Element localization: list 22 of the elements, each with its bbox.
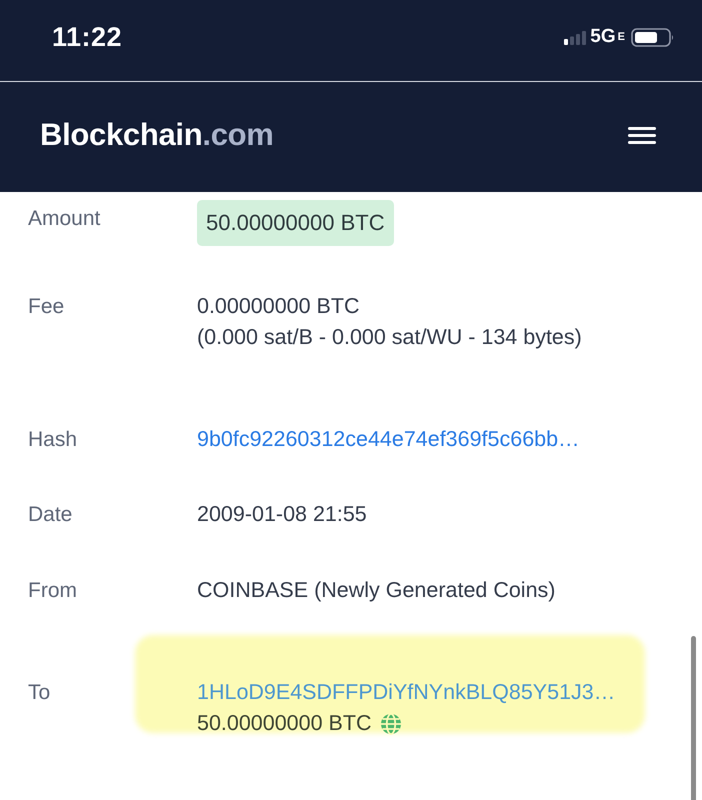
- field-value: (0.000 sat/B - 0.000 sat/WU - 134 bytes): [197, 324, 582, 351]
- field-value: COINBASE (Newly Generated Coins): [197, 577, 556, 604]
- menu-button[interactable]: [628, 126, 656, 144]
- field-label: Fee: [28, 294, 66, 320]
- address-link[interactable]: 1HLoD9E4SDFFPDiYfNYnkBLQ85Y51J3…: [197, 677, 616, 708]
- menu-icon: [628, 126, 656, 144]
- field-label: From: [28, 578, 78, 604]
- field-label: To: [28, 680, 52, 706]
- field-label: Hash: [28, 427, 78, 453]
- field-value: 0.00000000 BTC: [197, 293, 360, 320]
- field-value: 2009-01-08 21:55: [197, 501, 367, 528]
- output-amount: 50.00000000 BTC: [197, 710, 372, 737]
- hash-link[interactable]: 9b0fc92260312ce44e74ef369f5c66bb…: [197, 424, 580, 455]
- field-label: Amount: [28, 206, 102, 232]
- logo[interactable]: Blockchain.com: [40, 112, 274, 158]
- battery-icon: [631, 28, 674, 47]
- signal-icon: [564, 30, 586, 44]
- amount-badge: 50.00000000 BTC: [197, 200, 394, 246]
- status-time: 11:22: [52, 21, 122, 54]
- field-label: Date: [28, 502, 74, 528]
- network-label: 5G E: [590, 25, 625, 50]
- globe-icon: [380, 712, 402, 734]
